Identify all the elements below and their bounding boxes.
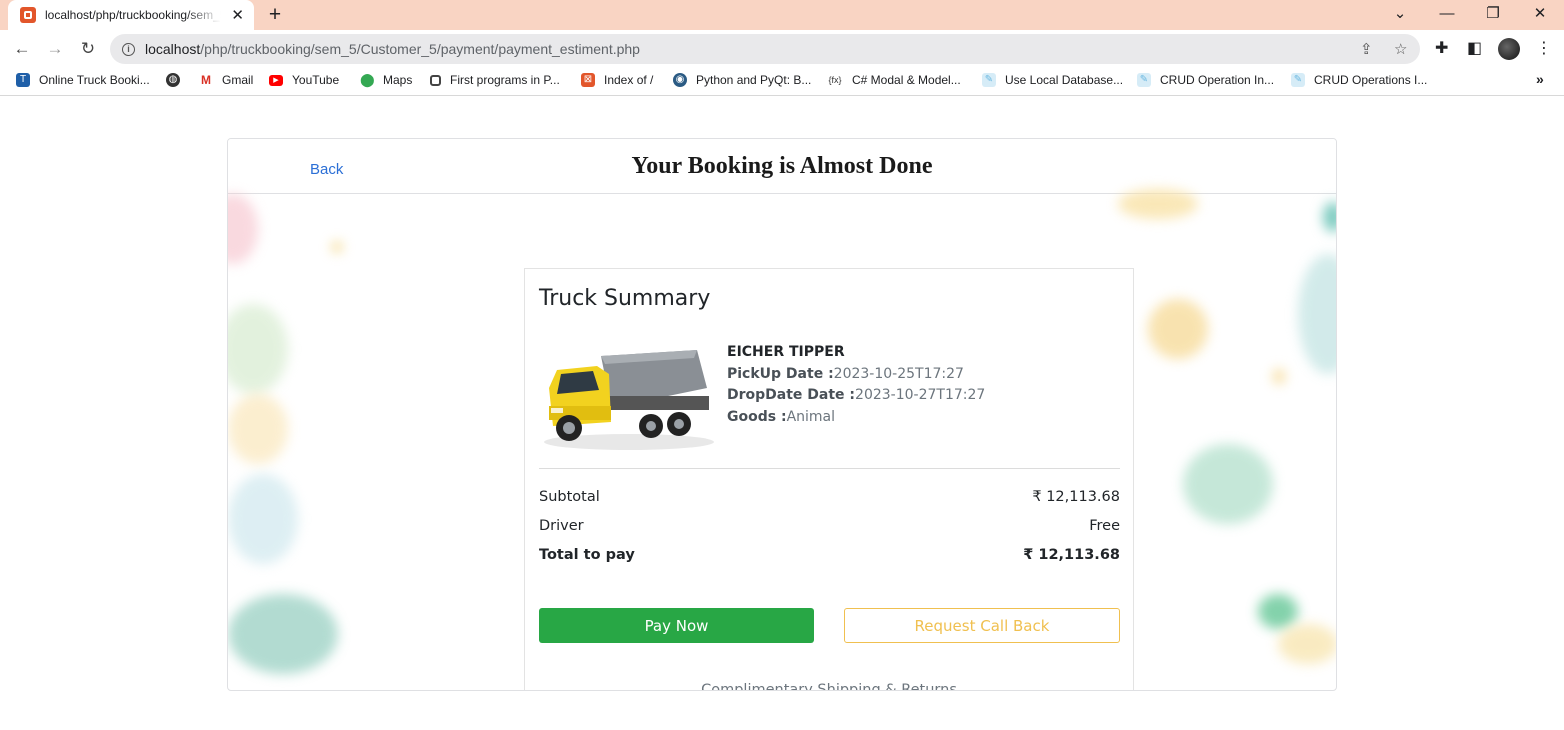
subtotal-label: Subtotal <box>539 489 600 505</box>
bookmark-item[interactable]: ▶ YouTube <box>269 73 339 87</box>
watercolor-splash <box>1323 202 1336 232</box>
crud-icon: ✎ <box>982 73 996 87</box>
python-icon: ◉ <box>673 73 687 87</box>
bookmark-item[interactable]: M Gmail <box>199 73 253 87</box>
globe-icon: ◍ <box>166 73 180 87</box>
watercolor-splash <box>1273 369 1285 384</box>
subtotal-value: ₹ 12,113.68 <box>1032 489 1120 505</box>
page-title: Your Booking is Almost Done <box>631 153 933 179</box>
tab-search-chevron-icon[interactable]: ⌄ <box>1385 3 1415 25</box>
watercolor-splash <box>228 394 288 464</box>
tab-title: localhost/php/truckbooking/sem_5/Custome… <box>45 8 221 22</box>
more-bookmarks-button[interactable]: » <box>1536 71 1544 87</box>
truck-image <box>539 344 714 452</box>
booking-card: Back Your Booking is Almost Done Truck S… <box>227 138 1337 691</box>
total-row: Total to pay ₹ 12,113.68 <box>539 547 1120 563</box>
youtube-icon: ▶ <box>269 74 283 86</box>
xampp-favicon-icon <box>20 7 36 23</box>
page-icon <box>430 74 441 86</box>
bookmark-item[interactable]: ◍ <box>166 73 189 87</box>
profile-avatar[interactable] <box>1498 38 1520 60</box>
bookmark-item[interactable]: First programs in P... <box>430 73 560 87</box>
minimize-button[interactable]: — <box>1432 3 1462 25</box>
url-text: localhost/php/truckbooking/sem_5/Custome… <box>145 41 640 57</box>
pickup-date: PickUp Date :2023-10-25T17:27 <box>727 365 964 382</box>
watercolor-splash <box>1118 189 1198 219</box>
watercolor-splash <box>1298 254 1336 374</box>
watercolor-splash <box>1148 299 1208 359</box>
watercolor-splash <box>332 242 342 252</box>
back-arrow-icon[interactable]: ← <box>10 37 34 61</box>
bookmark-item[interactable]: ⬤ Maps <box>360 73 412 87</box>
goods-type: Goods :Animal <box>727 408 836 425</box>
watercolor-splash <box>228 304 288 394</box>
driver-value: Free <box>1089 518 1120 534</box>
subtotal-row: Subtotal ₹ 12,113.68 <box>539 489 1120 505</box>
address-bar[interactable]: i localhost/php/truckbooking/sem_5/Custo… <box>110 34 1420 64</box>
bookmark-star-icon[interactable]: ☆ <box>1394 40 1407 58</box>
bookmark-item[interactable]: ✎ CRUD Operations I... <box>1291 73 1427 87</box>
driver-row: Driver Free <box>539 518 1120 534</box>
bookmark-item[interactable]: ⊠ Index of / <box>581 73 653 87</box>
watercolor-background: Truck Summary EICHER TIPPER PickUp Date … <box>228 189 1336 691</box>
drop-date: DropDate Date :2023-10-27T17:27 <box>727 387 986 403</box>
side-panel-icon[interactable]: ◧ <box>1467 38 1482 58</box>
total-label: Total to pay <box>539 547 635 563</box>
driver-label: Driver <box>539 518 584 534</box>
truck-details: EICHER TIPPER PickUp Date :2023-10-25T17… <box>727 342 985 428</box>
xampp-icon: ⊠ <box>581 73 595 87</box>
share-icon[interactable]: ⇪ <box>1360 40 1373 58</box>
gmail-icon: M <box>199 73 213 87</box>
maps-pin-icon: ⬤ <box>360 72 375 87</box>
truck-summary-panel: Truck Summary EICHER TIPPER PickUp Date … <box>524 268 1134 691</box>
menu-kebab-icon[interactable]: ⋮ <box>1536 38 1552 58</box>
watercolor-splash <box>1183 444 1273 524</box>
card-header: Back Your Booking is Almost Done <box>228 139 1336 194</box>
close-tab-icon[interactable]: ✕ <box>231 8 244 23</box>
bookmark-item[interactable]: ✎ CRUD Operation In... <box>1137 73 1274 87</box>
bookmark-item[interactable]: T Online Truck Booki... <box>16 73 150 87</box>
summary-divider <box>539 468 1120 469</box>
reload-icon[interactable]: ↻ <box>76 37 100 61</box>
request-call-back-button[interactable]: Request Call Back <box>844 608 1120 643</box>
browser-tab-strip: localhost/php/truckbooking/sem_5/Custome… <box>0 0 1564 30</box>
bookmark-item[interactable]: ◉ Python and PyQt: B... <box>673 73 811 87</box>
watercolor-splash <box>228 194 258 264</box>
pay-now-button[interactable]: Pay Now <box>539 608 814 643</box>
browser-tab-active[interactable]: localhost/php/truckbooking/sem_5/Custome… <box>8 0 254 30</box>
watercolor-splash <box>1258 594 1298 629</box>
bookmark-item[interactable]: ✎ Use Local Database... <box>982 73 1123 87</box>
crud-icon: ✎ <box>1291 73 1305 87</box>
crud-icon: ✎ <box>1137 73 1151 87</box>
extensions-puzzle-icon[interactable]: ✚ <box>1435 38 1448 58</box>
restore-button[interactable]: ❐ <box>1478 3 1508 25</box>
watercolor-splash <box>228 474 298 564</box>
close-window-button[interactable]: ✕ <box>1525 3 1555 25</box>
watercolor-splash <box>228 594 338 674</box>
total-value: ₹ 12,113.68 <box>1023 547 1120 563</box>
bookmarks-bar: T Online Truck Booki... ◍ M Gmail ▶ YouTube… <box>0 67 1564 96</box>
fx-icon: {fx} <box>827 73 843 87</box>
watercolor-splash <box>1278 624 1336 664</box>
truck-logo-icon: T <box>16 73 30 87</box>
forward-arrow-icon[interactable]: → <box>43 37 67 61</box>
shipping-note: Complimentary Shipping & Returns <box>701 682 957 691</box>
browser-toolbar: ← → ↻ i localhost/php/truckbooking/sem_5… <box>0 30 1564 67</box>
bookmark-item[interactable]: {fx} C# Modal & Model... <box>827 73 961 87</box>
site-info-icon[interactable]: i <box>122 42 135 56</box>
summary-heading: Truck Summary <box>539 286 711 311</box>
new-tab-button[interactable]: + <box>264 4 286 26</box>
truck-name: EICHER TIPPER <box>727 344 845 360</box>
